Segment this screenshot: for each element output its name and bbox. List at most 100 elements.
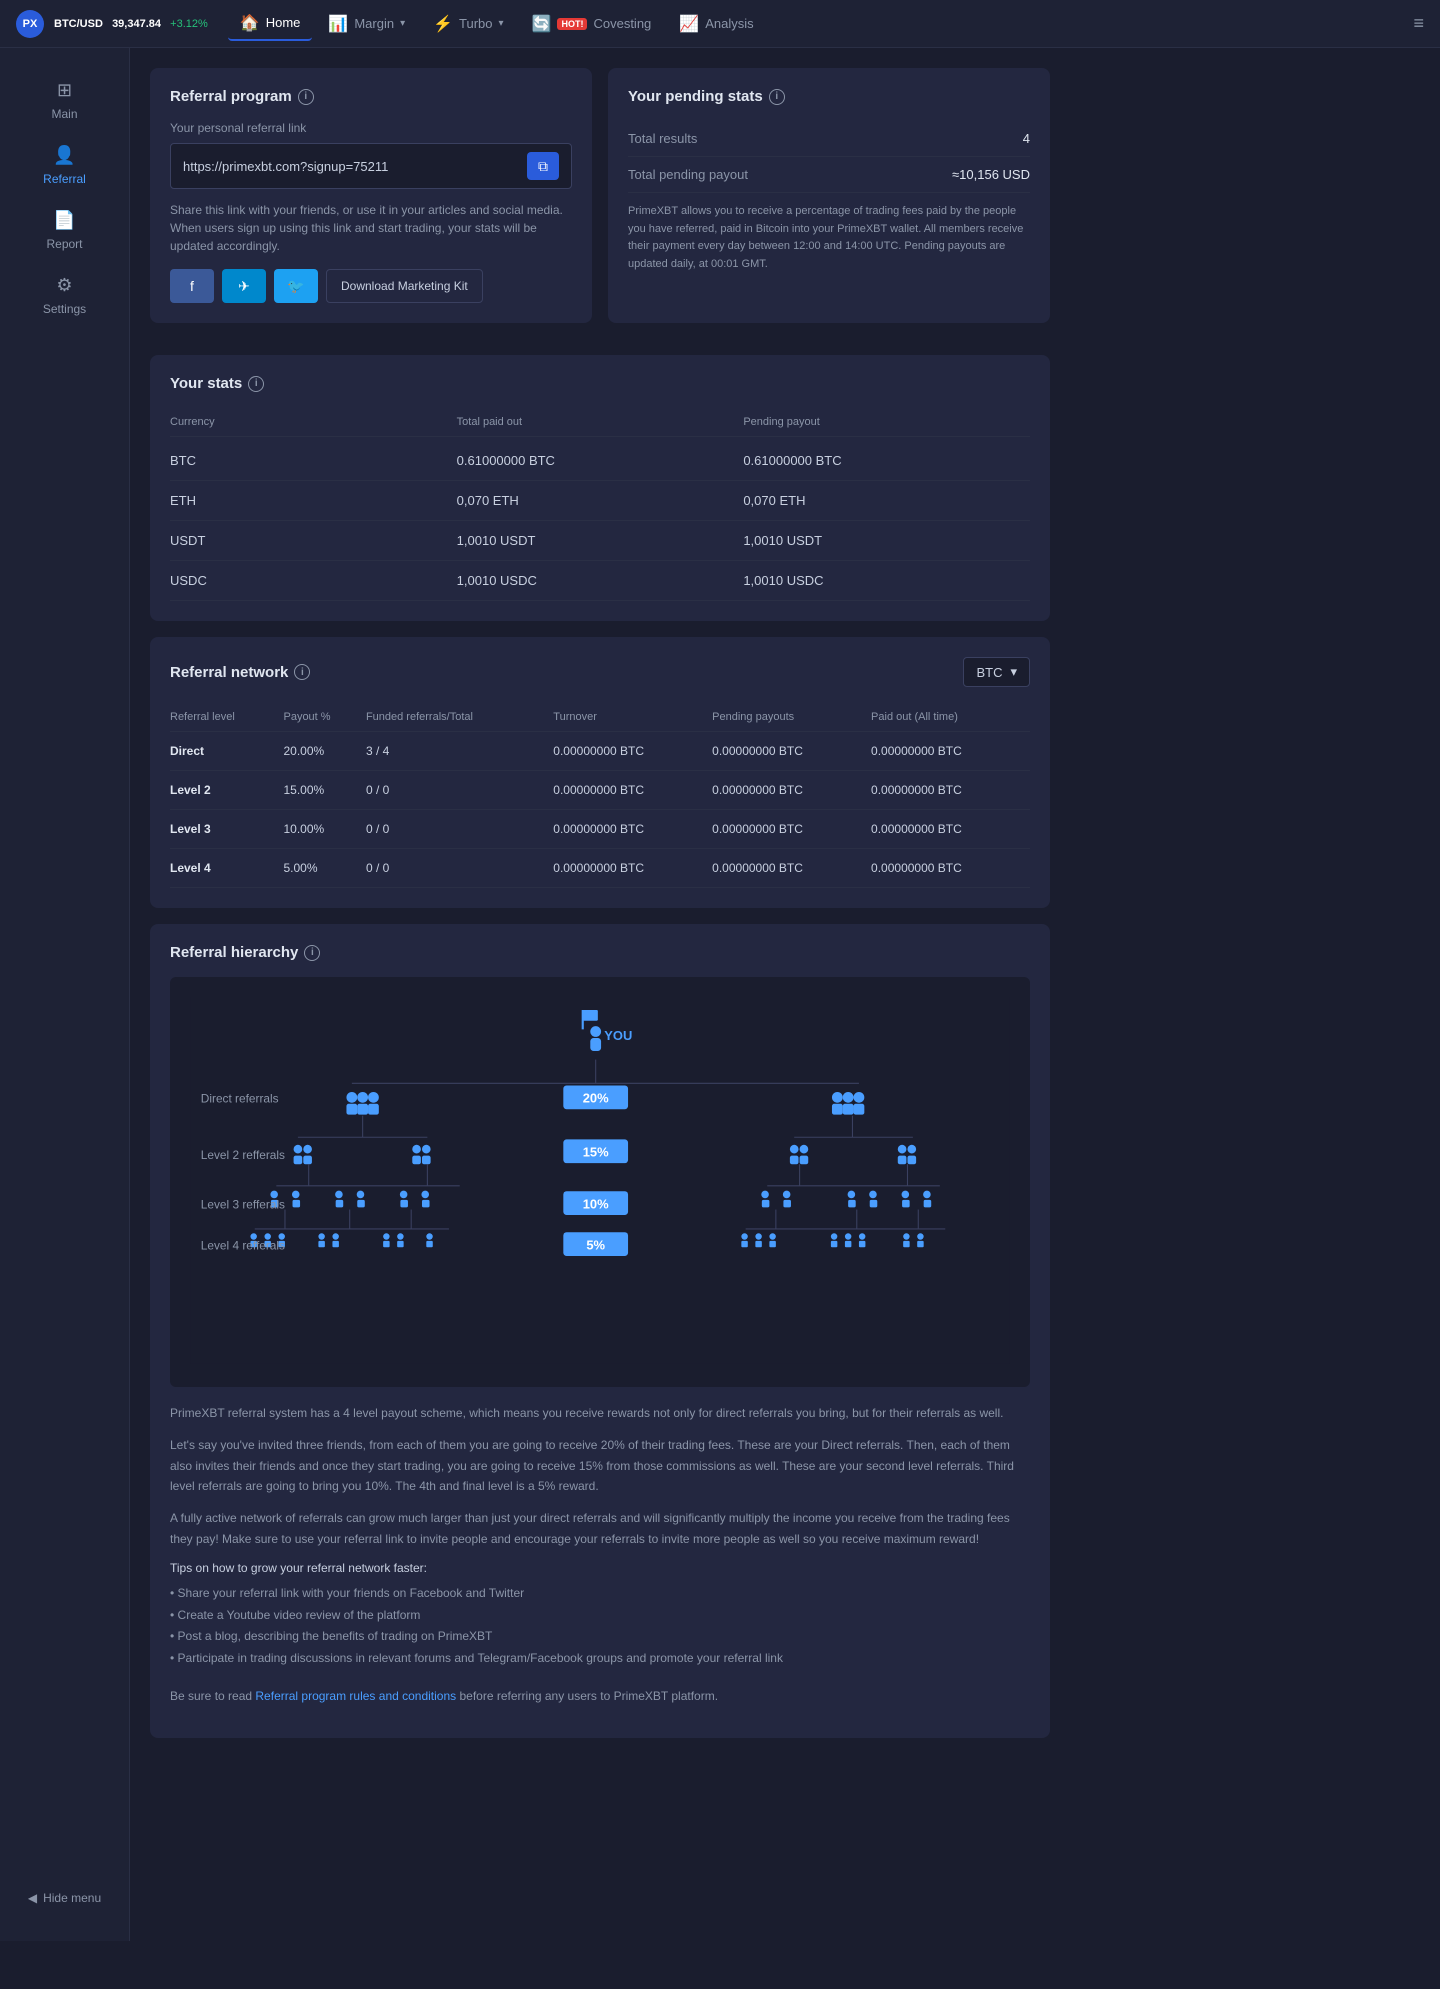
total-results-row: Total results 4	[628, 121, 1030, 157]
margin-icon: 📊	[328, 14, 348, 34]
referral-program-card: Referral program i Your personal referra…	[150, 68, 592, 323]
stats-table-header: Currency Total paid out Pending payout	[170, 408, 1030, 437]
hierarchy-desc2: Let's say you've invited three friends, …	[170, 1435, 1030, 1496]
turbo-icon: ⚡	[433, 14, 453, 34]
stats-row-btc: BTC 0.61000000 BTC 0.61000000 BTC	[170, 441, 1030, 481]
stats-col-currency: Currency	[170, 416, 457, 428]
twitter-share-button[interactable]: 🐦	[274, 269, 318, 303]
info-icon-stats[interactable]: i	[248, 376, 264, 392]
facebook-icon: f	[190, 278, 194, 294]
chevron-down-icon: ▾	[400, 18, 405, 29]
stats-row-usdt: USDT 1,0010 USDT 1,0010 USDT	[170, 521, 1030, 561]
chevron-down-icon-turbo: ▾	[499, 18, 504, 29]
covesting-icon: 🔄	[532, 14, 552, 34]
col-turnover: Turnover	[553, 703, 712, 732]
hide-menu-button[interactable]: ◀ Hide menu	[0, 1875, 129, 1921]
info-icon-pending[interactable]: i	[769, 89, 785, 105]
chevron-left-icon: ◀	[28, 1891, 37, 1905]
telegram-share-button[interactable]: ✈	[222, 269, 266, 303]
network-row-level2: Level 2 15.00% 0 / 0 0.00000000 BTC 0.00…	[170, 771, 1030, 810]
referral-hierarchy-title: Referral hierarchy i	[170, 944, 1030, 961]
hierarchy-desc3: A fully active network of referrals can …	[170, 1508, 1030, 1549]
hierarchy-svg: YOU 20%	[190, 997, 1010, 1364]
link-label: Your personal referral link	[170, 121, 572, 135]
share-buttons: f ✈ 🐦 Download Marketing Kit	[170, 269, 572, 303]
nav-item-covesting[interactable]: 🔄 HOT! Covesting	[520, 8, 664, 40]
your-stats-title: Your stats i	[170, 375, 1030, 392]
pending-stats-card: Your pending stats i Total results 4 Tot…	[608, 68, 1050, 323]
network-header: Referral network i BTC ▾	[170, 657, 1030, 687]
tip-4: • Participate in trading discussions in …	[170, 1648, 1030, 1670]
network-table-head: Referral level Payout % Funded referrals…	[170, 703, 1030, 732]
analysis-icon: 📈	[679, 14, 699, 34]
network-row-level3: Level 3 10.00% 0 / 0 0.00000000 BTC 0.00…	[170, 810, 1030, 849]
sidebar-item-referral[interactable]: 👤 Referral	[0, 133, 129, 198]
network-table-body: Direct 20.00% 3 / 4 0.00000000 BTC 0.000…	[170, 732, 1030, 888]
nav-item-margin[interactable]: 📊 Margin ▾	[316, 8, 417, 40]
network-row-level4: Level 4 5.00% 0 / 0 0.00000000 BTC 0.000…	[170, 849, 1030, 888]
telegram-icon: ✈	[238, 278, 250, 295]
svg-text:5%: 5%	[586, 1237, 605, 1252]
sidebar-item-main[interactable]: ⊞ Main	[0, 68, 129, 133]
referral-icon: 👤	[53, 145, 75, 166]
nav-links: 🏠 Home 📊 Margin ▾ ⚡ Turbo ▾ 🔄 HOT! Coves…	[228, 7, 1414, 41]
referral-link-input[interactable]	[183, 159, 527, 174]
copy-button[interactable]: ⧉	[527, 152, 559, 180]
network-row-direct: Direct 20.00% 3 / 4 0.00000000 BTC 0.000…	[170, 732, 1030, 771]
hot-badge: HOT!	[557, 18, 587, 30]
chevron-down-icon-currency: ▾	[1010, 664, 1017, 680]
referral-hierarchy-card: Referral hierarchy i YOU	[150, 924, 1050, 1738]
sidebar-item-report[interactable]: 📄 Report	[0, 198, 129, 263]
report-icon: 📄	[53, 210, 75, 231]
referral-network-title: Referral network i	[170, 664, 310, 681]
network-table: Referral level Payout % Funded referrals…	[170, 703, 1030, 888]
settings-icon: ⚙	[56, 275, 72, 296]
col-paidout: Paid out (All time)	[871, 703, 1030, 732]
col-level: Referral level	[170, 703, 283, 732]
footer-note: Be sure to read Referral program rules a…	[170, 1686, 1030, 1706]
pending-description: PrimeXBT allows you to receive a percent…	[628, 203, 1030, 273]
col-funded: Funded referrals/Total	[366, 703, 553, 732]
stats-col-paid: Total paid out	[457, 416, 744, 428]
info-icon-referral[interactable]: i	[298, 89, 314, 105]
stats-col-pending: Pending payout	[743, 416, 1030, 428]
copy-icon: ⧉	[538, 158, 548, 175]
tips-title: Tips on how to grow your referral networ…	[170, 1561, 1030, 1575]
network-table-header-row: Referral level Payout % Funded referrals…	[170, 703, 1030, 732]
hierarchy-desc1: PrimeXBT referral system has a 4 level p…	[170, 1403, 1030, 1423]
col-pending: Pending payouts	[712, 703, 871, 732]
referral-program-title: Referral program i	[170, 88, 572, 105]
nav-item-turbo[interactable]: ⚡ Turbo ▾	[421, 8, 515, 40]
price-display: BTC/USD 39,347.84 +3.12%	[54, 18, 208, 30]
logo: PX	[16, 10, 44, 38]
download-marketing-kit-button[interactable]: Download Marketing Kit	[326, 269, 483, 303]
menu-button[interactable]: ≡	[1413, 13, 1424, 34]
tip-1: • Share your referral link with your fri…	[170, 1583, 1030, 1605]
info-icon-network[interactable]: i	[294, 664, 310, 680]
total-pending-payout-row: Total pending payout ≈10,156 USD	[628, 157, 1030, 193]
nav-item-home[interactable]: 🏠 Home	[228, 7, 313, 41]
topnav: PX BTC/USD 39,347.84 +3.12% 🏠 Home 📊 Mar…	[0, 0, 1440, 48]
nav-item-analysis[interactable]: 📈 Analysis	[667, 8, 765, 40]
sidebar: ⊞ Main 👤 Referral 📄 Report ⚙ Settings ◀ …	[0, 48, 130, 1941]
info-icon-hierarchy[interactable]: i	[304, 945, 320, 961]
stats-table: Currency Total paid out Pending payout B…	[170, 408, 1030, 601]
tip-2: • Create a Youtube video review of the p…	[170, 1605, 1030, 1627]
facebook-share-button[interactable]: f	[170, 269, 214, 303]
your-stats-card: Your stats i Currency Total paid out Pen…	[150, 355, 1050, 621]
svg-text:Level 2 refferals: Level 2 refferals	[201, 1148, 285, 1162]
svg-text:20%: 20%	[583, 1091, 609, 1106]
share-description: Share this link with your friends, or us…	[170, 201, 572, 255]
hierarchy-diagram: YOU 20%	[170, 977, 1030, 1387]
tip-3: • Post a blog, describing the benefits o…	[170, 1626, 1030, 1648]
svg-text:Level 3 refferals: Level 3 refferals	[201, 1197, 285, 1211]
svg-text:15%: 15%	[583, 1145, 609, 1160]
referral-rules-link[interactable]: Referral program rules and conditions	[255, 1689, 456, 1703]
svg-text:Level 4 refferals: Level 4 refferals	[201, 1238, 285, 1252]
main-content: Referral program i Your personal referra…	[130, 48, 1070, 1774]
twitter-icon: 🐦	[287, 278, 304, 295]
sidebar-item-settings[interactable]: ⚙ Settings	[0, 263, 129, 328]
home-icon: 🏠	[240, 13, 260, 33]
currency-selector[interactable]: BTC ▾	[963, 657, 1030, 687]
main-icon: ⊞	[57, 80, 72, 101]
